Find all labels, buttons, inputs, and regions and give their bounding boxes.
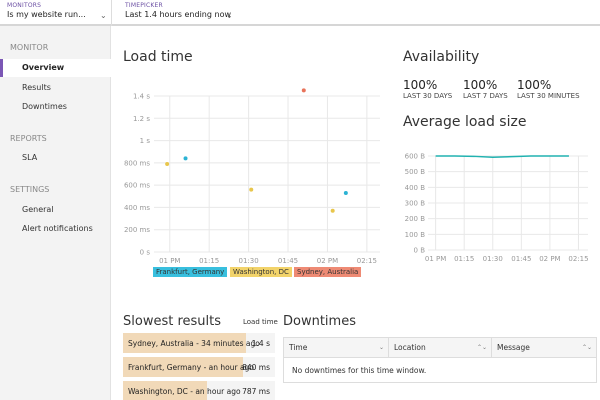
sort-icon[interactable]: ⌃⌄ bbox=[582, 338, 592, 358]
y-tick-label: 200 B bbox=[405, 215, 426, 223]
result-time: 787 ms bbox=[242, 387, 270, 396]
y-tick-label: 1 s bbox=[140, 137, 151, 145]
x-tick-label: 01 PM bbox=[159, 257, 180, 265]
y-tick-label: 300 B bbox=[405, 200, 426, 208]
top-bar: MONITORS Is my website run... ⌄ TIMEPICK… bbox=[0, 0, 600, 26]
avg-load-size-chart: 0 B 100 B 200 B 300 B 400 B 500 B 600 B 01 PM 01… bbox=[405, 153, 589, 264]
x-tick-label: 01:15 bbox=[454, 255, 474, 263]
topbar-divider bbox=[111, 0, 112, 26]
y-tick-label: 400 ms bbox=[124, 204, 150, 212]
y-tick-label: 1.4 s bbox=[133, 93, 150, 101]
sidebar-section-monitor: MONITOR bbox=[10, 43, 49, 52]
data-point bbox=[301, 88, 306, 93]
sidebar-item-results[interactable]: Results bbox=[0, 79, 111, 97]
y-tick-label: 200 ms bbox=[124, 226, 150, 234]
result-location: Washington, DC - an hour ago bbox=[128, 387, 241, 396]
x-tick-label: 01:30 bbox=[239, 257, 259, 265]
sidebar-section-settings: SETTINGS bbox=[10, 185, 50, 194]
chevron-down-icon[interactable]: ⌄ bbox=[226, 11, 233, 20]
data-point bbox=[183, 156, 188, 161]
load-time-chart: 0 s 200 ms 400 ms 600 ms 800 ms 1 s 1.2 s 1.4 s… bbox=[124, 88, 380, 265]
sidebar-item-general[interactable]: General bbox=[0, 201, 111, 219]
downtimes-table: Time ⌄ Location ⌃⌄ Message ⌃⌄ No downtim… bbox=[283, 337, 597, 383]
availability-period: LAST 7 DAYS bbox=[463, 92, 508, 100]
y-tick-label: 600 ms bbox=[124, 182, 150, 190]
sidebar: MONITOR Overview Results Downtimes REPOR… bbox=[0, 26, 111, 400]
availability-30-days: 100% LAST 30 DAYS bbox=[403, 78, 452, 100]
result-time: 840 ms bbox=[242, 363, 270, 372]
sidebar-section-reports: REPORTS bbox=[10, 134, 47, 143]
x-tick-label: 01 PM bbox=[425, 255, 446, 263]
downtimes-table-header: Time ⌄ Location ⌃⌄ Message ⌃⌄ bbox=[284, 338, 596, 358]
availability-title: Availability bbox=[403, 49, 480, 65]
legend-washington[interactable]: Washington, DC bbox=[230, 267, 292, 277]
sidebar-item-sla[interactable]: SLA bbox=[0, 149, 111, 167]
downtimes-title: Downtimes bbox=[283, 314, 356, 329]
availability-pct: 100% bbox=[463, 78, 498, 92]
sidebar-item-downtimes[interactable]: Downtimes bbox=[0, 98, 111, 116]
data-point bbox=[249, 187, 254, 192]
result-location: Sydney, Australia - 34 minutes ago bbox=[128, 339, 260, 348]
result-time: 1.4 s bbox=[251, 339, 270, 348]
load-time-title: Load time bbox=[123, 49, 193, 65]
x-tick-label: 02 PM bbox=[539, 255, 560, 263]
legend-frankfurt[interactable]: Frankfurt, Germany bbox=[153, 267, 228, 277]
timepicker-value: Last 1.4 hours ending now bbox=[125, 10, 231, 19]
x-tick-label: 01:45 bbox=[278, 257, 298, 265]
slowest-results-title: Slowest results bbox=[123, 314, 222, 329]
y-tick-label: 0 s bbox=[140, 249, 151, 257]
availability-pct: 100% bbox=[517, 78, 552, 92]
slowest-result-row[interactable]: Sydney, Australia - 34 minutes ago 1.4 s bbox=[123, 333, 275, 353]
monitors-picker[interactable]: MONITORS Is my website run... ⌄ bbox=[7, 2, 111, 20]
y-tick-label: 1.2 s bbox=[133, 115, 150, 123]
sort-icon[interactable]: ⌄ bbox=[379, 338, 384, 358]
y-tick-label: 500 B bbox=[405, 168, 426, 176]
column-time-label: Time bbox=[289, 343, 308, 352]
slowest-result-row[interactable]: Washington, DC - an hour ago 787 ms bbox=[123, 381, 275, 400]
sort-icon[interactable]: ⌃⌄ bbox=[477, 338, 487, 358]
availability-7-days: 100% LAST 7 DAYS bbox=[463, 78, 508, 100]
x-tick-label: 02:15 bbox=[568, 255, 588, 263]
downtimes-empty-message: No downtimes for this time window. bbox=[292, 366, 427, 375]
x-tick-label: 01:30 bbox=[483, 255, 503, 263]
column-location[interactable]: Location ⌃⌄ bbox=[389, 338, 492, 358]
availability-period: LAST 30 MINUTES bbox=[517, 92, 580, 100]
column-message[interactable]: Message ⌃⌄ bbox=[492, 338, 596, 358]
sidebar-item-overview[interactable]: Overview bbox=[0, 59, 111, 77]
chevron-down-icon[interactable]: ⌄ bbox=[100, 11, 107, 20]
slowest-result-row[interactable]: Frankfurt, Germany - an hour ago 840 ms bbox=[123, 357, 275, 377]
monitors-label: MONITORS bbox=[7, 2, 42, 9]
data-point bbox=[165, 161, 170, 166]
result-location: Frankfurt, Germany - an hour ago bbox=[128, 363, 254, 372]
y-tick-label: 600 B bbox=[405, 153, 426, 161]
legend-sydney[interactable]: Sydney, Australia bbox=[294, 267, 362, 277]
x-tick-label: 02:15 bbox=[357, 257, 377, 265]
avg-load-size-title: Average load size bbox=[403, 114, 527, 130]
sidebar-item-alert-notifications[interactable]: Alert notifications bbox=[0, 220, 111, 238]
monitors-value: Is my website run... bbox=[7, 10, 86, 19]
data-point bbox=[330, 208, 335, 213]
x-tick-label: 01:15 bbox=[199, 257, 219, 265]
x-tick-label: 01:45 bbox=[511, 255, 531, 263]
column-time[interactable]: Time ⌄ bbox=[284, 338, 389, 358]
timepicker-label: TIMEPICKER bbox=[125, 2, 163, 9]
availability-30-minutes: 100% LAST 30 MINUTES bbox=[517, 78, 580, 100]
x-tick-label: 02 PM bbox=[317, 257, 338, 265]
load-time-column-header: Load time bbox=[243, 318, 278, 326]
availability-pct: 100% bbox=[403, 78, 438, 92]
column-message-label: Message bbox=[497, 343, 530, 352]
y-tick-label: 400 B bbox=[405, 184, 426, 192]
y-tick-label: 0 B bbox=[414, 247, 426, 255]
y-tick-label: 100 B bbox=[405, 231, 426, 239]
data-point bbox=[343, 190, 348, 195]
time-picker[interactable]: TIMEPICKER Last 1.4 hours ending now ⌄ bbox=[125, 2, 255, 20]
column-location-label: Location bbox=[394, 343, 426, 352]
y-tick-label: 800 ms bbox=[124, 159, 150, 167]
availability-period: LAST 30 DAYS bbox=[403, 92, 453, 100]
